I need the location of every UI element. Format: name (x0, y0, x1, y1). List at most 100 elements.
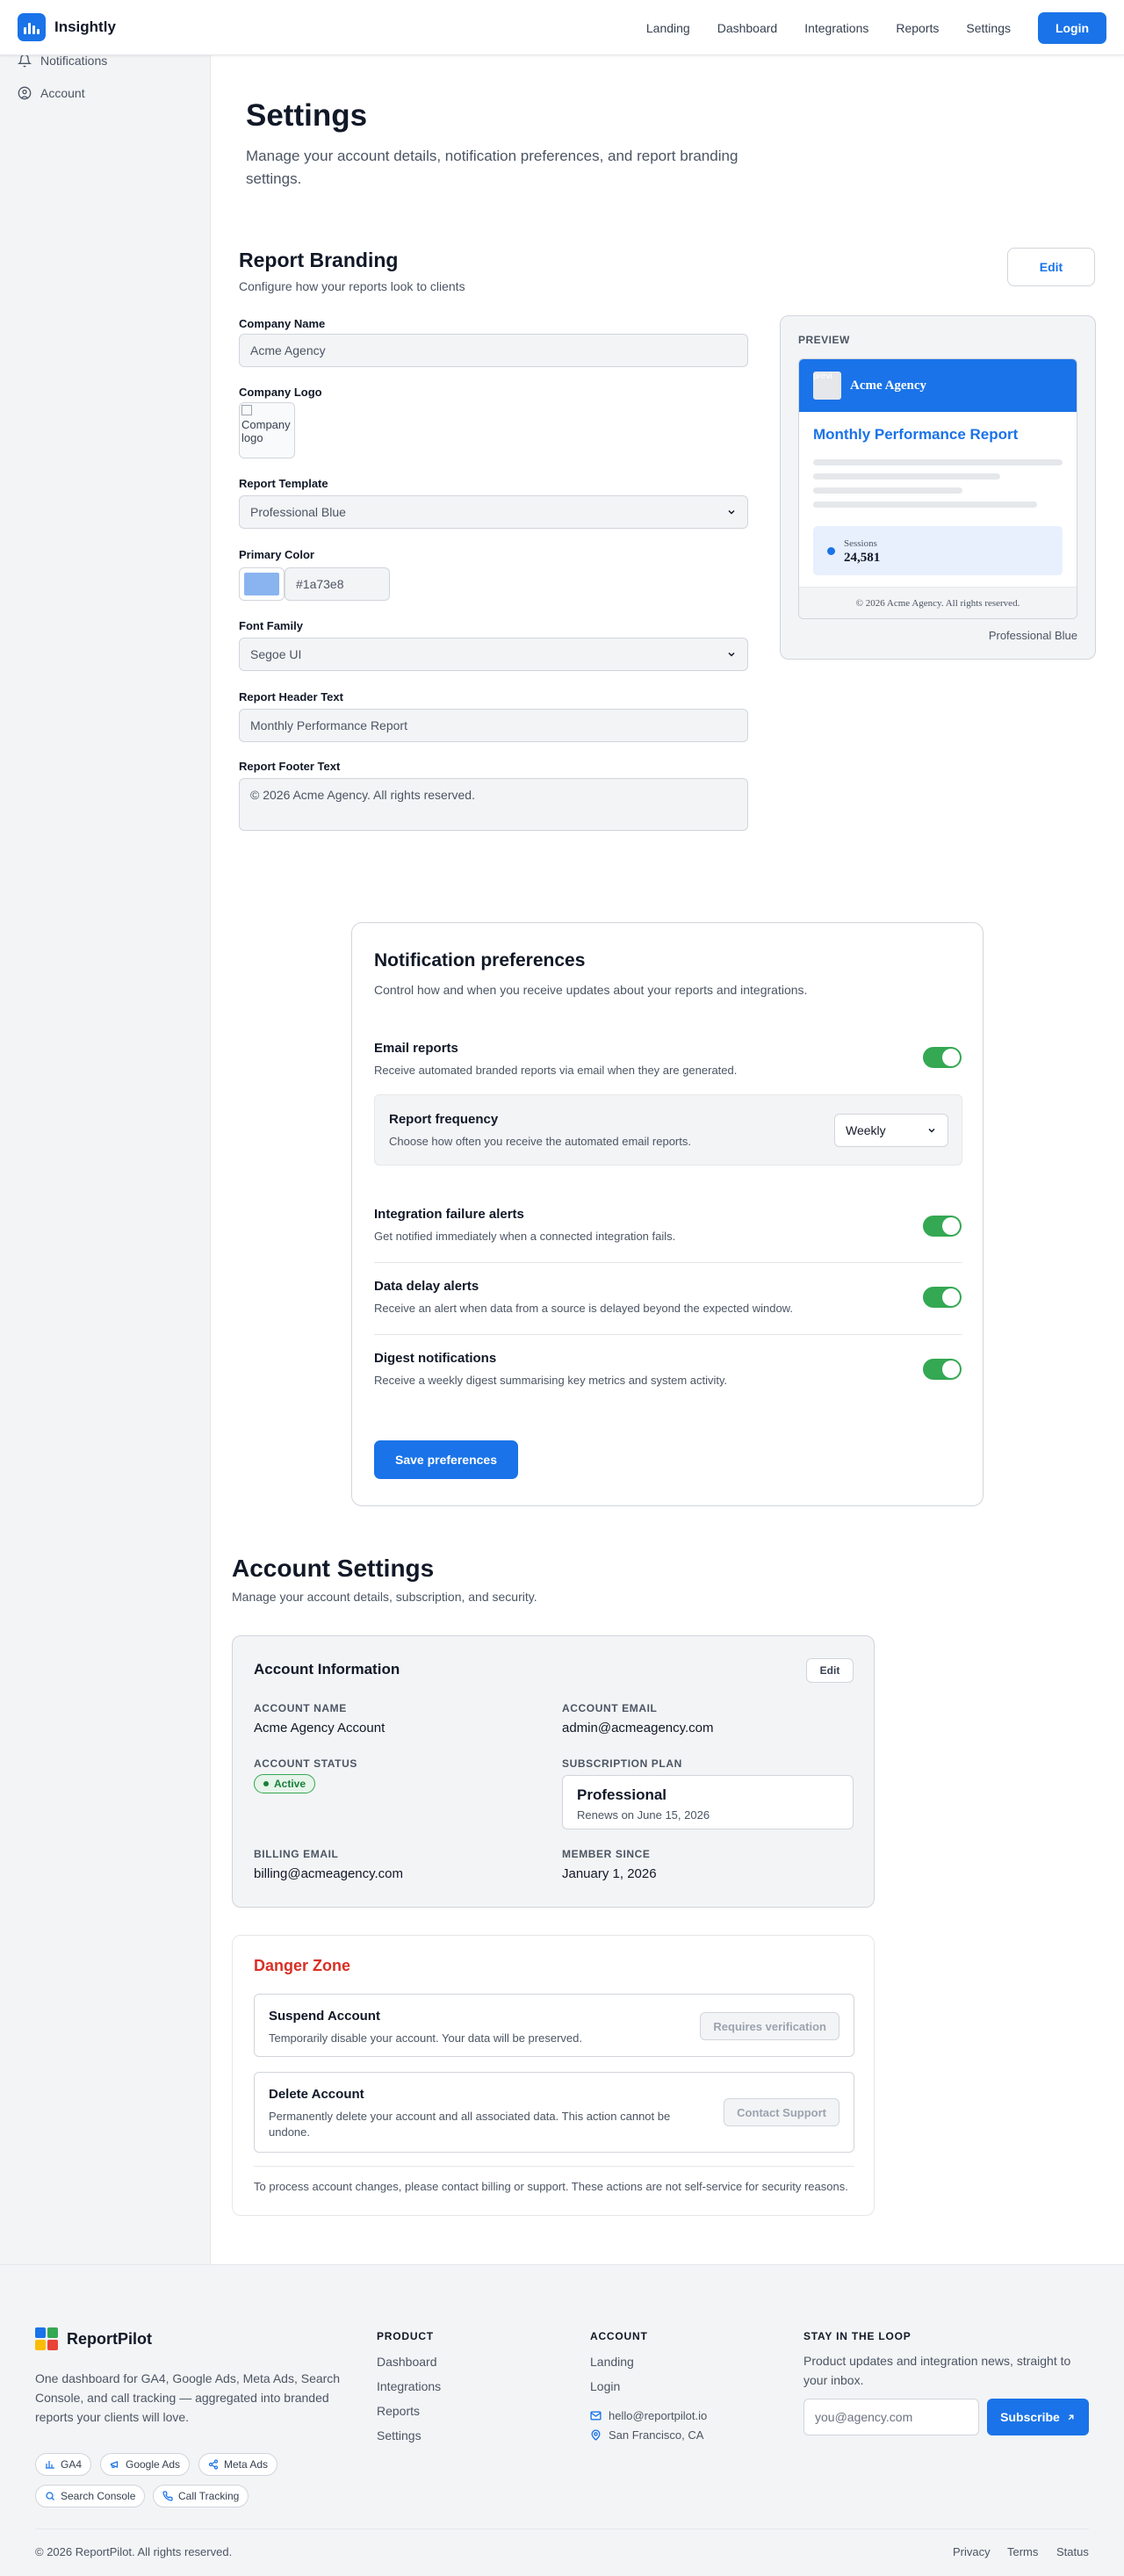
login-button[interactable]: Login (1038, 12, 1106, 44)
subscription-plan-box: Professional Renews on June 15, 2026 (562, 1775, 854, 1829)
save-preferences-button[interactable]: Save preferences (374, 1440, 518, 1479)
divider (254, 2166, 854, 2167)
account-name-label: Account Name (254, 1702, 347, 1714)
preview-footer: © 2026 Acme Agency. All rights reserved. (799, 587, 1077, 618)
font-family-select[interactable]: Segoe UI (239, 638, 748, 671)
chip-label: Google Ads (126, 2458, 181, 2471)
report-frequency-title: Report frequency (389, 1112, 499, 1127)
footer-brand-name: ReportPilot (67, 2329, 152, 2348)
delete-account-item: Delete Account Permanently delete your a… (254, 2072, 854, 2153)
branding-edit-button[interactable]: Edit (1007, 248, 1095, 286)
footer-email[interactable]: hello@reportpilot.io (590, 2409, 707, 2422)
chip-search-console[interactable]: Search Console (35, 2485, 146, 2507)
account-edit-button[interactable]: Edit (806, 1658, 854, 1683)
footer-text-input[interactable]: © 2026 Acme Agency. All rights reserved. (239, 778, 748, 831)
newsletter-email-input[interactable]: you@agency.com (803, 2399, 979, 2435)
footer-link-privacy[interactable]: Privacy (953, 2545, 991, 2558)
footer-email-text: hello@reportpilot.io (609, 2409, 708, 2422)
bar-chart-icon (18, 13, 46, 41)
preview-placeholder-line (813, 487, 962, 494)
nav-link-integrations[interactable]: Integrations (804, 21, 868, 35)
chip-meta-ads[interactable]: Meta Ads (198, 2453, 278, 2476)
bell-icon (18, 54, 32, 68)
subscribe-button[interactable]: Subscribe (987, 2399, 1089, 2435)
preview-stat-card: Sessions 24,581 (813, 526, 1063, 575)
header-text-input[interactable]: Monthly Performance Report (239, 709, 748, 742)
footer-link-integrations[interactable]: Integrations (377, 2379, 441, 2393)
account-settings-title: Account Settings (232, 1555, 435, 1582)
footer-link-login[interactable]: Login (590, 2379, 620, 2393)
preview-placeholder-line (813, 473, 1000, 480)
report-frequency-select[interactable]: Weekly (834, 1114, 948, 1147)
plan-name: Professional (577, 1786, 667, 1803)
footer-brand[interactable]: ReportPilot (35, 2327, 152, 2350)
chip-ga4[interactable]: GA4 (35, 2453, 92, 2476)
contact-support-button[interactable]: Contact Support (724, 2098, 839, 2126)
subscription-plan-label: Subscription Plan (562, 1757, 682, 1770)
delete-account-title: Delete Account (269, 2087, 364, 2102)
integration-alerts-desc: Get notified immediately when a connecte… (374, 1230, 676, 1243)
subscribe-label: Subscribe (1000, 2410, 1060, 2424)
arrow-up-right-icon (1068, 2414, 1074, 2420)
nav-link-dashboard[interactable]: Dashboard (717, 21, 778, 35)
delay-alerts-toggle[interactable] (923, 1287, 962, 1308)
page-title: Settings (246, 98, 368, 133)
company-name-label: Company Name (239, 317, 326, 330)
share-icon (208, 2459, 219, 2470)
preview-label: PREVIEW (798, 334, 850, 346)
suspend-account-item: Suspend Account Temporarily disable your… (254, 1994, 854, 2057)
report-frequency-box: Report frequency Choose how often you re… (374, 1094, 962, 1165)
requires-verification-button[interactable]: Requires verification (700, 2012, 839, 2040)
sidebar-item-account[interactable]: Account (18, 86, 85, 100)
suspend-account-desc: Temporarily disable your account. Your d… (269, 2031, 582, 2045)
nav-link-reports[interactable]: Reports (896, 21, 939, 35)
delete-account-desc: Permanently delete your account and all … (269, 2110, 671, 2139)
footer-description: One dashboard for GA4, Google Ads, Meta … (35, 2371, 341, 2424)
brand[interactable]: Insightly (18, 13, 116, 41)
delay-alerts-desc: Receive an alert when data from a source… (374, 1302, 793, 1315)
footer-link-dashboard[interactable]: Dashboard (377, 2355, 437, 2369)
stat-dot-icon (827, 547, 835, 555)
report-frequency-desc: Choose how often you receive the automat… (389, 1135, 691, 1148)
company-logo-image[interactable]: Company logo (239, 402, 295, 458)
primary-color-input[interactable]: #1a73e8 (285, 567, 390, 601)
email-reports-desc: Receive automated branded reports via em… (374, 1064, 738, 1077)
integration-alerts-toggle[interactable] (923, 1216, 962, 1237)
footer-link-status[interactable]: Status (1056, 2545, 1089, 2558)
preview-stat-label: Sessions (844, 538, 877, 549)
footer-link-landing[interactable]: Landing (590, 2355, 634, 2369)
map-pin-icon (591, 2429, 601, 2441)
page-subtitle: Manage your account details, notificatio… (246, 148, 739, 187)
suspend-account-title: Suspend Account (269, 2009, 380, 2024)
top-navbar: Insightly Landing Dashboard Integrations… (0, 0, 1124, 55)
account-info-title: Account Information (254, 1661, 400, 1678)
footer-link-terms[interactable]: Terms (1007, 2545, 1038, 2558)
sidebar-item-notifications[interactable]: Notifications (18, 54, 107, 68)
account-name-value: Acme Agency Account (254, 1721, 385, 1735)
megaphone-icon (110, 2461, 119, 2469)
company-logo-label: Company Logo (239, 386, 322, 399)
digest-toggle[interactable] (923, 1359, 962, 1380)
nav-link-settings[interactable]: Settings (966, 21, 1011, 35)
primary-color-swatch[interactable] (239, 567, 285, 601)
sidebar: Notifications Account (0, 0, 211, 2264)
account-email-value: admin@acmeagency.com (562, 1721, 714, 1735)
member-since-label: Member Since (562, 1848, 651, 1860)
company-name-input[interactable]: Acme Agency (239, 334, 748, 367)
search-icon (46, 2492, 54, 2500)
footer-link-reports[interactable]: Reports (377, 2404, 420, 2418)
chevron-down-icon (928, 1128, 935, 1133)
preview-header: previ Acme Agency (799, 359, 1077, 412)
report-template-value: Professional Blue (250, 505, 346, 519)
header-text-label: Report Header Text (239, 690, 343, 704)
chip-label: Search Console (61, 2490, 136, 2502)
nav-link-landing[interactable]: Landing (646, 21, 690, 35)
email-reports-toggle[interactable] (923, 1047, 962, 1068)
chip-call-tracking[interactable]: Call Tracking (153, 2485, 249, 2507)
chip-google-ads[interactable]: Google Ads (100, 2453, 191, 2476)
grid-logo-icon (35, 2327, 58, 2350)
bar-chart-icon (46, 2461, 54, 2469)
footer-location: San Francisco, CA (590, 2428, 703, 2442)
footer-link-settings[interactable]: Settings (377, 2428, 422, 2443)
report-template-select[interactable]: Professional Blue (239, 495, 748, 529)
